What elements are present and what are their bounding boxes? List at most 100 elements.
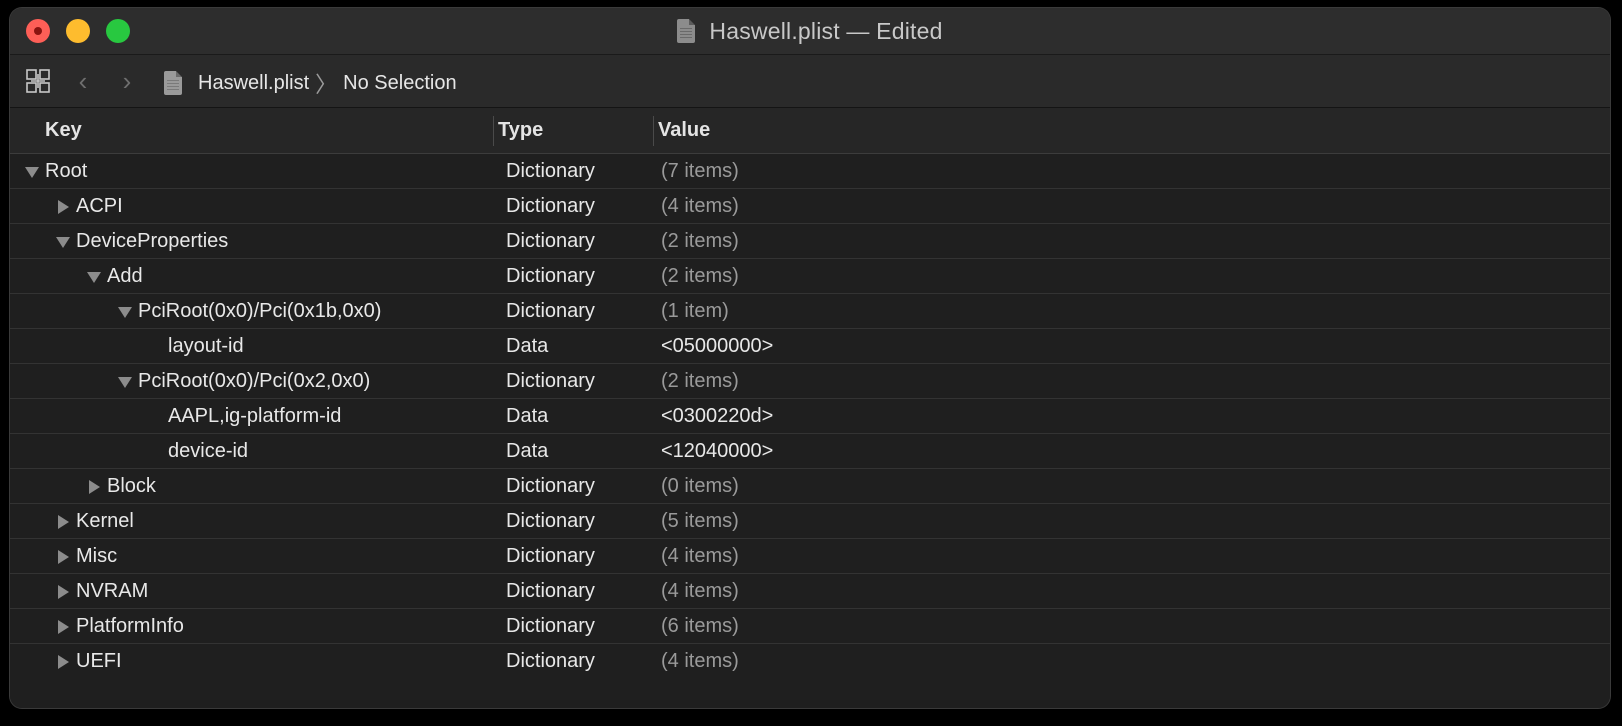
- value-cell[interactable]: (6 items): [661, 609, 739, 643]
- table-row[interactable]: UEFI Dictionary (4 items): [10, 644, 1610, 679]
- type-cell[interactable]: Data: [506, 434, 548, 468]
- table-row[interactable]: Root Dictionary (7 items): [10, 154, 1610, 189]
- table-row[interactable]: Block Dictionary (0 items): [10, 469, 1610, 504]
- table-row[interactable]: ACPI Dictionary (4 items): [10, 189, 1610, 224]
- key-cell[interactable]: PlatformInfo: [56, 609, 184, 643]
- key-label[interactable]: PciRoot(0x0)/Pci(0x2,0x0): [138, 364, 370, 398]
- table-row[interactable]: Misc Dictionary (4 items): [10, 539, 1610, 574]
- key-cell[interactable]: UEFI: [56, 644, 122, 678]
- key-cell[interactable]: device-id: [168, 434, 248, 468]
- disclosure-closed-icon[interactable]: [56, 585, 69, 599]
- key-label[interactable]: PlatformInfo: [76, 609, 184, 643]
- toolbar: ‹ › Haswell.plist 〉 No Selection: [10, 55, 1610, 108]
- disclosure-closed-icon[interactable]: [56, 620, 69, 634]
- disclosure-open-icon[interactable]: [118, 375, 132, 388]
- value-cell[interactable]: (4 items): [661, 574, 739, 608]
- key-label[interactable]: Root: [45, 154, 87, 188]
- type-cell[interactable]: Data: [506, 399, 548, 433]
- key-label[interactable]: UEFI: [76, 644, 122, 678]
- key-label[interactable]: Add: [107, 259, 143, 293]
- value-cell[interactable]: (0 items): [661, 469, 739, 503]
- key-cell[interactable]: AAPL,ig-platform-id: [168, 399, 341, 433]
- disclosure-open-icon[interactable]: [118, 305, 132, 318]
- type-cell[interactable]: Dictionary: [506, 609, 595, 643]
- key-cell[interactable]: ACPI: [56, 189, 123, 223]
- key-cell[interactable]: Block: [87, 469, 156, 503]
- value-cell[interactable]: (2 items): [661, 259, 739, 293]
- value-cell[interactable]: (4 items): [661, 189, 739, 223]
- table-row[interactable]: Kernel Dictionary (5 items): [10, 504, 1610, 539]
- key-cell[interactable]: Misc: [56, 539, 117, 573]
- chevron-right-icon[interactable]: ›: [116, 67, 138, 95]
- value-cell[interactable]: (1 item): [661, 294, 729, 328]
- key-label[interactable]: Block: [107, 469, 156, 503]
- key-cell[interactable]: layout-id: [168, 329, 244, 363]
- disclosure-closed-icon[interactable]: [56, 200, 69, 214]
- column-header-key[interactable]: Key: [45, 108, 82, 153]
- type-cell[interactable]: Data: [506, 329, 548, 363]
- column-divider[interactable]: [653, 116, 654, 146]
- value-cell[interactable]: (5 items): [661, 504, 739, 538]
- value-cell[interactable]: <12040000>: [661, 434, 773, 468]
- disclosure-open-icon[interactable]: [56, 235, 70, 248]
- disclosure-closed-icon[interactable]: [56, 550, 69, 564]
- disclosure-closed-icon[interactable]: [56, 655, 69, 669]
- key-label[interactable]: PciRoot(0x0)/Pci(0x1b,0x0): [138, 294, 381, 328]
- breadcrumb-file[interactable]: Haswell.plist: [198, 72, 309, 95]
- type-cell[interactable]: Dictionary: [506, 504, 595, 538]
- disclosure-open-icon[interactable]: [25, 165, 39, 178]
- table-row[interactable]: NVRAM Dictionary (4 items): [10, 574, 1610, 609]
- value-cell[interactable]: (2 items): [661, 364, 739, 398]
- key-label[interactable]: ACPI: [76, 189, 123, 223]
- value-cell[interactable]: <0300220d>: [661, 399, 773, 433]
- type-cell[interactable]: Dictionary: [506, 154, 595, 188]
- type-cell[interactable]: Dictionary: [506, 189, 595, 223]
- key-cell[interactable]: Kernel: [56, 504, 134, 538]
- key-cell[interactable]: PciRoot(0x0)/Pci(0x2,0x0): [118, 364, 370, 398]
- column-header-value[interactable]: Value: [658, 108, 710, 153]
- disclosure-closed-icon[interactable]: [56, 515, 69, 529]
- key-label[interactable]: Misc: [76, 539, 117, 573]
- table-row[interactable]: AAPL,ig-platform-id Data <0300220d>: [10, 399, 1610, 434]
- file-icon: [164, 71, 182, 95]
- breadcrumb-selection[interactable]: No Selection: [343, 72, 456, 95]
- table-row[interactable]: Add Dictionary (2 items): [10, 259, 1610, 294]
- type-cell[interactable]: Dictionary: [506, 539, 595, 573]
- value-cell[interactable]: (4 items): [661, 539, 739, 573]
- grid-icon[interactable]: [26, 69, 50, 93]
- key-label[interactable]: NVRAM: [76, 574, 148, 608]
- key-cell[interactable]: Add: [87, 259, 143, 293]
- key-label[interactable]: Kernel: [76, 504, 134, 538]
- column-divider[interactable]: [493, 116, 494, 146]
- table-row[interactable]: PciRoot(0x0)/Pci(0x2,0x0) Dictionary (2 it…: [10, 364, 1610, 399]
- value-cell[interactable]: <05000000>: [661, 329, 773, 363]
- table-row[interactable]: PciRoot(0x0)/Pci(0x1b,0x0) Dictionary (1 i…: [10, 294, 1610, 329]
- key-cell[interactable]: DeviceProperties: [56, 224, 228, 258]
- key-cell[interactable]: PciRoot(0x0)/Pci(0x1b,0x0): [118, 294, 381, 328]
- type-cell[interactable]: Dictionary: [506, 364, 595, 398]
- type-cell[interactable]: Dictionary: [506, 574, 595, 608]
- disclosure-closed-icon[interactable]: [87, 480, 100, 494]
- value-cell[interactable]: (4 items): [661, 644, 739, 678]
- value-cell[interactable]: (2 items): [661, 224, 739, 258]
- table-row[interactable]: DeviceProperties Dictionary (2 items): [10, 224, 1610, 259]
- key-cell[interactable]: Root: [25, 154, 87, 188]
- type-cell[interactable]: Dictionary: [506, 259, 595, 293]
- table-row[interactable]: layout-id Data <05000000>: [10, 329, 1610, 364]
- key-label[interactable]: AAPL,ig-platform-id: [168, 399, 341, 433]
- type-cell[interactable]: Dictionary: [506, 469, 595, 503]
- column-header-type[interactable]: Type: [498, 108, 543, 153]
- disclosure-open-icon[interactable]: [87, 270, 101, 283]
- title-bar[interactable]: Haswell.plist — Edited: [10, 8, 1610, 55]
- key-label[interactable]: layout-id: [168, 329, 244, 363]
- chevron-left-icon[interactable]: ‹: [72, 67, 94, 95]
- value-cell[interactable]: (7 items): [661, 154, 739, 188]
- type-cell[interactable]: Dictionary: [506, 294, 595, 328]
- key-label[interactable]: DeviceProperties: [76, 224, 228, 258]
- key-label[interactable]: device-id: [168, 434, 248, 468]
- type-cell[interactable]: Dictionary: [506, 644, 595, 678]
- key-cell[interactable]: NVRAM: [56, 574, 148, 608]
- type-cell[interactable]: Dictionary: [506, 224, 595, 258]
- table-row[interactable]: PlatformInfo Dictionary (6 items): [10, 609, 1610, 644]
- table-row[interactable]: device-id Data <12040000>: [10, 434, 1610, 469]
